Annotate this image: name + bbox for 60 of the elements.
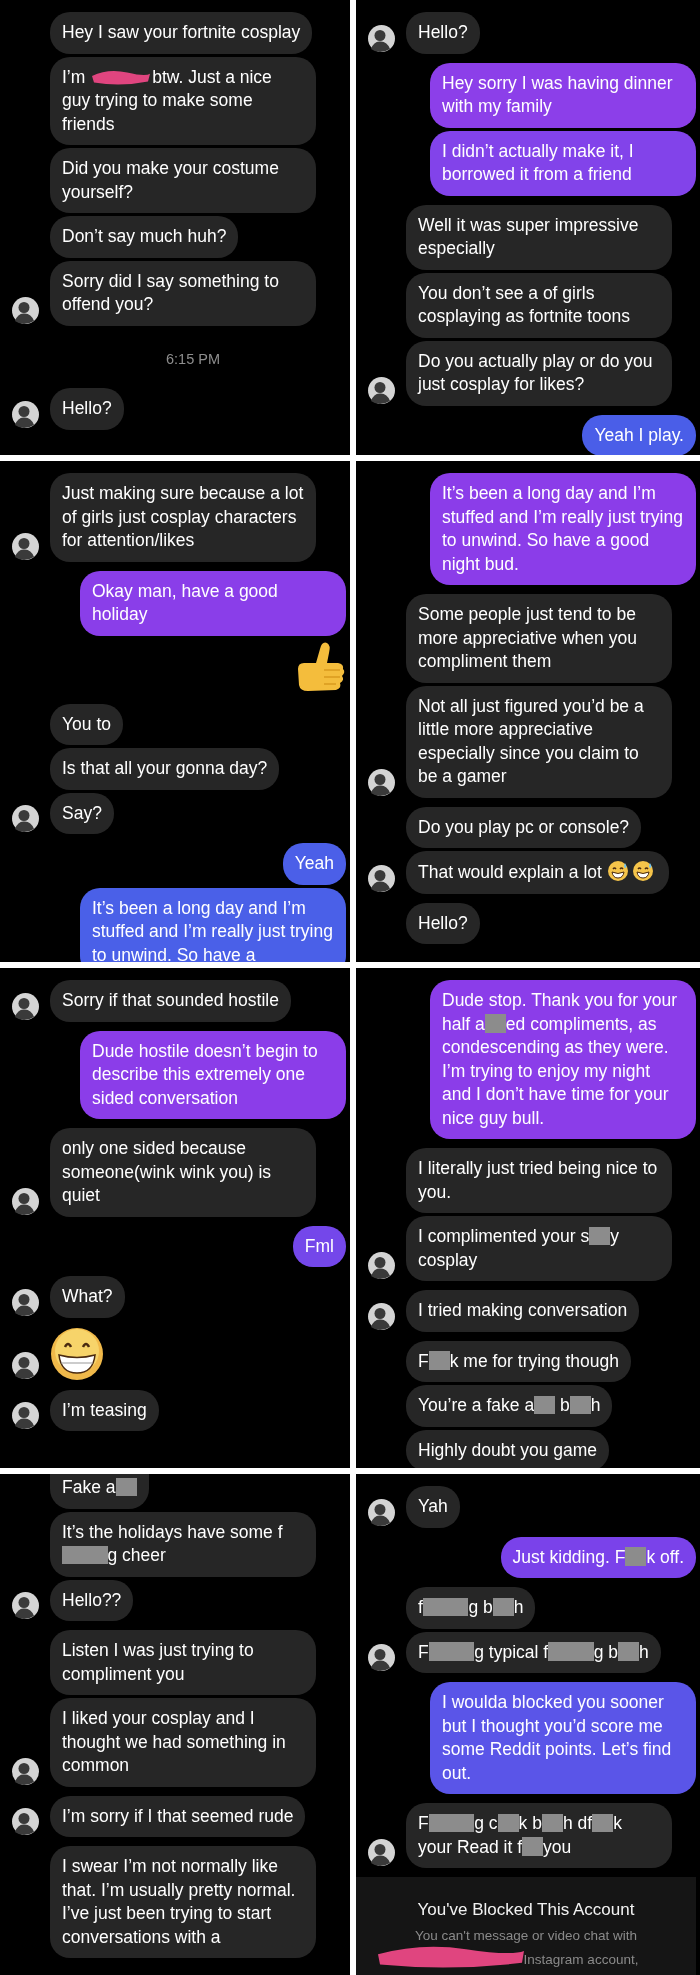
message-bubble: Hello? — [406, 12, 480, 54]
message-bubble: I swear I’m not normally like that. I’m usually pretty normal. I’ve just been trying to start conversations with a — [50, 1846, 316, 1958]
message-bubble: Did you make your costume yourself? — [50, 148, 316, 213]
message-bubble: Do you actually play or do you just cosplay for likes? — [406, 340, 672, 406]
message-bubble: Some people just tend to be more appreciative when you compliment them — [406, 594, 672, 683]
message-bubble: Highly doubt you game — [406, 1429, 609, 1468]
message-bubble: I’m teasing — [50, 1389, 159, 1431]
message-text: That would explain a lot — [418, 862, 603, 882]
message-bubble: Well it was super impressive especially — [406, 204, 672, 270]
message-bubble: Dude stop. Thank you for your half a ed compliments, as condescending as they were. I’m trying to enjoy my night and I don’t have time for your nice guy bull. — [430, 980, 696, 1139]
sweat-smile-icon — [606, 860, 629, 882]
message-bubble: I didn’t actually make it, I borrowed it from a friend — [430, 130, 696, 196]
message-bubble: You’re a fake a b h — [406, 1385, 613, 1427]
message-bubble: It’s been a long day and I’m stuffed and I’m really just trying to unwind. So have a good night bud. — [430, 473, 696, 585]
message-bubble: Okay man, have a good holiday — [80, 570, 346, 636]
message-text: guy trying to make some friends — [62, 89, 254, 136]
message-bubble: F k me for trying though — [406, 1340, 631, 1382]
message-bubble: Not all just figured you’d be a little more appreciative especially since you claim to be a gamer — [406, 685, 672, 798]
message-bubble: I complimented your s y cosplay — [406, 1216, 672, 1281]
message-bubble: You to — [50, 703, 123, 745]
message-bubble: F g typical f g b h — [406, 1631, 661, 1673]
message-bubble: Hello? — [50, 388, 124, 430]
message-bubble: I’m sorry if I that seemed rude — [50, 1795, 306, 1837]
blocked-notice: You can't message or video chat with — [415, 1926, 637, 1945]
message-bubble: only one sided because someone(wink wink you) is quiet — [50, 1128, 316, 1217]
message-bubble: What? — [50, 1276, 125, 1318]
message-bubble: I liked your cosplay and I thought we had something in common — [50, 1698, 316, 1787]
message-bubble: Just kidding. F k off. — [500, 1536, 696, 1578]
message-bubble: Do you play pc or console? — [406, 806, 642, 848]
message-bubble: You don’t see a of girls cosplaying as fortnite toons — [406, 272, 672, 338]
message-bubble: It’s the holidays have some f g cheer — [50, 1511, 316, 1577]
message-bubble: Dude hostile doesn’t begin to describe this extremely one sided conversation — [80, 1030, 346, 1119]
message-bubble: Sorry did I say something to offend you? — [50, 260, 316, 326]
message-bubble: Don’t say much huh? — [50, 216, 239, 258]
message-bubble: Just making sure because a lot of girls just cosplay characters for attention/likes — [50, 473, 316, 562]
message-bubble: Hey sorry I was having dinner with my family — [430, 62, 696, 128]
message-bubble: Yeah I play. — [582, 414, 696, 455]
message-bubble: Fake a — [50, 1474, 149, 1509]
message-bubble: Sorry if that sounded hostile — [50, 980, 291, 1022]
message-bubble: Yah — [406, 1486, 460, 1528]
message-text: I’m — [62, 66, 87, 87]
message-bubble: Fml — [292, 1225, 346, 1267]
message-text: btw. Just a nice — [152, 66, 272, 87]
sweat-smile-icon — [631, 860, 654, 882]
message-bubble: I woulda blocked you sooner but I thought you’d score me some Reddit points. Let’s find out. — [430, 1682, 696, 1794]
message-bubble: F g c k b h df k your Read it f you — [406, 1803, 672, 1868]
timestamp: 6:15 PM — [166, 349, 220, 369]
message-bubble: Say? — [50, 792, 114, 834]
message-bubble: It’s been a long day and I’m stuffed and I’m really just trying to unwind. So have a — [80, 887, 346, 962]
message-bubble: Listen I was just trying to compliment you — [50, 1630, 316, 1695]
message-bubble: Hello? — [406, 902, 480, 944]
blocked-title: You've Blocked This Account — [417, 1899, 635, 1921]
blocked-notice: Instagram account, — [522, 1950, 639, 1969]
message-bubble: Yeah — [282, 843, 346, 885]
message-bubble: Is that all your gonna day? — [50, 748, 280, 790]
message-bubble: Hey I saw your fortnite cosplay — [50, 12, 313, 54]
message-bubble: I literally just tried being nice to you. — [406, 1148, 672, 1213]
message-bubble: f g b h — [406, 1587, 536, 1629]
message-bubble: Hello?? — [50, 1579, 134, 1621]
message-bubble: I tried making conversation — [406, 1290, 640, 1332]
